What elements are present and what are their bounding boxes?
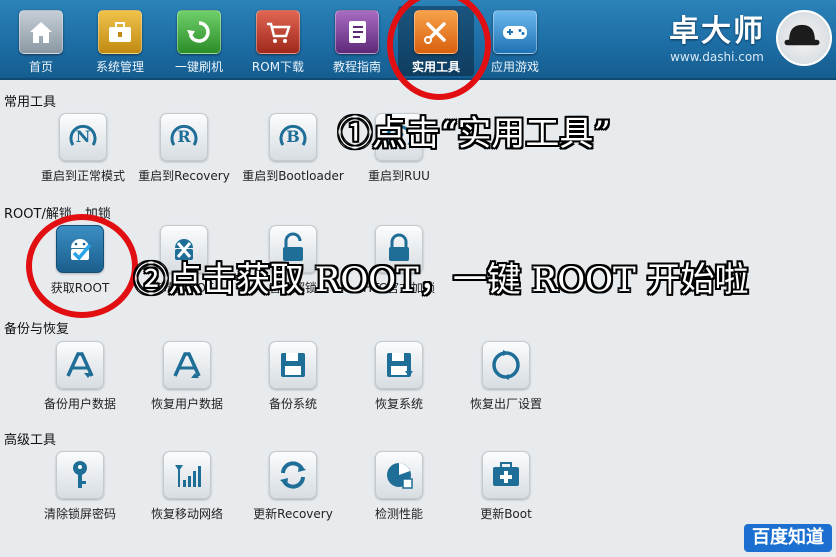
nav-one-click-flash[interactable]: 一键刷机: [161, 6, 237, 76]
reboot-recovery-icon: R: [160, 113, 208, 161]
restore-user-icon: [163, 341, 211, 389]
cart-icon: [256, 10, 300, 54]
tool-restore-system-label: 恢复系统: [374, 397, 423, 411]
tool-update-recovery-label: 更新Recovery: [253, 507, 333, 521]
nav-apps-games-label: 应用游戏: [490, 60, 539, 74]
svg-text:N: N: [76, 127, 91, 146]
tool-reboot-recovery-label: 重启到Recovery: [138, 169, 230, 183]
tool-backup-user-data[interactable]: 备份用户数据: [20, 341, 140, 412]
section-title-advanced-tools: 高级工具: [4, 433, 57, 448]
home-icon: [19, 10, 63, 54]
reboot-bootloader-icon: B: [269, 113, 317, 161]
nav-system-management-label: 系统管理: [95, 60, 144, 74]
nav-home-label: 首页: [28, 60, 53, 74]
tool-reboot-ruu-label: 重启到RUU: [368, 169, 430, 183]
nav-practical-tools[interactable]: 实用工具: [398, 6, 474, 76]
nav-system-management[interactable]: 系统管理: [82, 6, 158, 76]
tool-reboot-bootloader[interactable]: B 重启到Bootloader: [233, 113, 353, 184]
svg-text:R: R: [177, 127, 191, 146]
update-boot-icon: [482, 451, 530, 499]
brand-logo: 卓大师 www.dashi.com: [664, 14, 770, 70]
tool-backup-system-label: 备份系统: [268, 397, 317, 411]
tool-factory-reset[interactable]: 恢复出厂设置: [446, 341, 566, 412]
section-title-common-tools: 常用工具: [4, 95, 57, 110]
restore-system-icon: [375, 341, 423, 389]
brand-url: www.dashi.com: [670, 50, 764, 64]
section-title-root-unlock: ROOT/解锁、加锁: [4, 207, 111, 222]
signal-icon: [163, 451, 211, 499]
nav-tutorial-guide[interactable]: 教程指南: [319, 6, 395, 76]
tool-update-boot[interactable]: 更新Boot: [446, 451, 566, 522]
reboot-normal-icon: N: [59, 113, 107, 161]
gamepad-icon: [493, 10, 537, 54]
tool-reboot-bootloader-label: 重启到Bootloader: [242, 169, 344, 183]
nav-practical-tools-label: 实用工具: [411, 60, 460, 74]
tools-icon: [414, 10, 458, 54]
tool-restore-mobile-network[interactable]: 恢复移动网络: [127, 451, 247, 522]
tool-restore-mobile-network-label: 恢复移动网络: [150, 507, 223, 521]
performance-icon: [375, 451, 423, 499]
tool-get-root[interactable]: 获取ROOT: [20, 225, 140, 296]
tool-reboot-recovery[interactable]: R 重启到Recovery: [124, 113, 244, 184]
update-recovery-icon: [269, 451, 317, 499]
nav-home[interactable]: 首页: [3, 6, 79, 76]
nav-apps-games[interactable]: 应用游戏: [477, 6, 553, 76]
tool-restore-system[interactable]: 恢复系统: [339, 341, 459, 412]
brand-name: 卓大师: [669, 14, 765, 49]
tool-backup-system[interactable]: 备份系统: [233, 341, 353, 412]
factory-reset-icon: [482, 341, 530, 389]
nav-tutorial-guide-label: 教程指南: [332, 60, 381, 74]
tool-clear-lock-password[interactable]: 清除锁屏密码: [20, 451, 140, 522]
nav-rom-download-label: ROM下载: [251, 60, 305, 74]
tool-performance-test[interactable]: 检测性能: [339, 451, 459, 522]
tool-restore-user-data[interactable]: 恢复用户数据: [127, 341, 247, 412]
tool-performance-test-label: 检测性能: [374, 507, 423, 521]
android-root-icon: [56, 225, 104, 273]
tool-restore-user-data-label: 恢复用户数据: [150, 397, 223, 411]
backup-user-icon: [56, 341, 104, 389]
save-system-icon: [269, 341, 317, 389]
annotation-step-1: ①点击“实用工具”: [338, 114, 611, 154]
notebook-icon: [335, 10, 379, 54]
tool-clear-lock-password-label: 清除锁屏密码: [43, 507, 116, 521]
tool-factory-reset-label: 恢复出厂设置: [469, 397, 542, 411]
svg-text:B: B: [286, 127, 300, 146]
tool-update-boot-label: 更新Boot: [480, 507, 532, 521]
tool-update-recovery[interactable]: 更新Recovery: [233, 451, 353, 522]
annotation-step-2: ②点击获取 ROOT，一键 ROOT 开始啦: [134, 260, 749, 300]
toolbox-icon: [98, 10, 142, 54]
section-title-backup-restore: 备份与恢复: [4, 322, 70, 337]
baidu-zhidao-watermark: 百度知道: [744, 524, 832, 552]
key-icon: [56, 451, 104, 499]
tool-backup-user-data-label: 备份用户数据: [43, 397, 116, 411]
top-navigation-bar: 首页 系统管理 一键刷机 ROM下载 教程指南 实用工具 应用游戏 卓大师 ww…: [0, 0, 836, 80]
nav-one-click-flash-label: 一键刷机: [174, 60, 223, 74]
tool-get-root-label: 获取ROOT: [50, 281, 110, 295]
brand-hat-icon: [776, 10, 832, 66]
refresh-icon: [177, 10, 221, 54]
nav-rom-download[interactable]: ROM下载: [240, 6, 316, 76]
